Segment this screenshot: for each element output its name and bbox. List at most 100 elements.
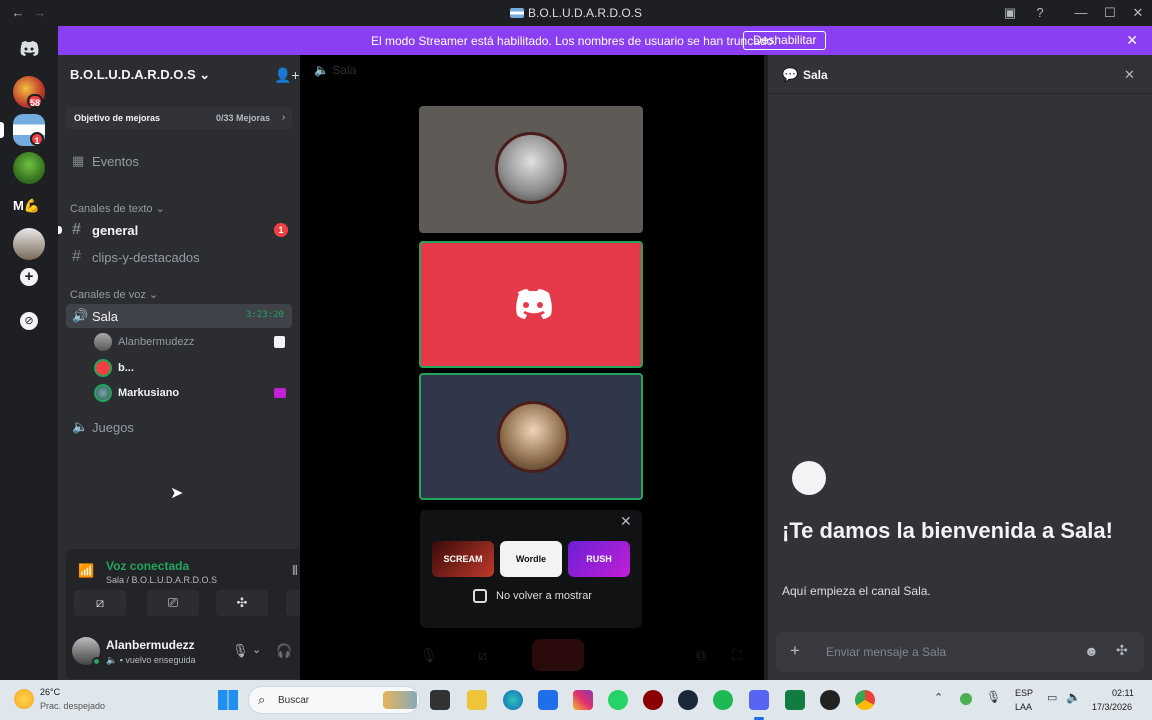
app-icon[interactable] (643, 690, 663, 710)
welcome-subtitle: Aquí empieza el canal Sala. (782, 584, 931, 598)
game-controller-icon (274, 388, 286, 398)
microphone-icon[interactable]: 🎙 (420, 647, 438, 664)
close-icon[interactable]: ✕ (1124, 67, 1135, 83)
discord-logo-icon (516, 289, 552, 319)
weather-temp: 26°C (40, 687, 61, 697)
minimize-button[interactable]: — (1071, 4, 1091, 22)
fullscreen-icon[interactable]: ⛶ (732, 647, 742, 664)
hash-icon: # (72, 248, 81, 265)
popout-icon[interactable]: ⧉ (696, 647, 706, 664)
welcome-heading: ¡Te damos la bienvenida a Sala! (782, 518, 1113, 543)
sidebar-item-events[interactable]: ▦ Eventos (66, 149, 292, 173)
disconnect-button[interactable] (532, 639, 584, 671)
spotify-icon[interactable] (713, 690, 733, 710)
inbox-icon[interactable]: ▣ (1000, 4, 1020, 22)
activity-card[interactable]: SCREAM (432, 541, 494, 577)
taskbar-search[interactable]: ⌕ Buscar (248, 686, 420, 714)
server-flag-icon (509, 8, 524, 18)
activities-button[interactable]: ✣ (216, 590, 268, 616)
close-window-button[interactable]: ✕ (1128, 4, 1148, 22)
chevron-up-icon[interactable]: ⌃ (934, 691, 943, 704)
voice-location[interactable]: Sala / B.O.L.U.D.A.R.D.O.S (106, 575, 217, 585)
boost-goal-value: 0/33 Mejoras (216, 113, 271, 123)
apps-icon[interactable]: ✣ (1116, 642, 1128, 659)
instagram-icon[interactable] (573, 690, 593, 710)
network-icon[interactable]: ▭ (1047, 691, 1057, 704)
language-primary[interactable]: ESP (1015, 688, 1033, 698)
add-server-icon[interactable]: + (20, 268, 38, 286)
voice-channel-juegos[interactable]: 🔈 Juegos (66, 415, 292, 439)
close-icon[interactable]: ✕ (620, 513, 632, 530)
search-input: Buscar (278, 695, 310, 706)
hash-icon: # (72, 221, 81, 238)
chevron-right-icon: › (282, 112, 286, 123)
help-icon[interactable]: ? (1030, 4, 1050, 22)
noise-suppression-icon[interactable]: ⦀ (292, 563, 298, 579)
microphone-icon[interactable]: 🎙 (986, 690, 1001, 704)
discover-icon[interactable]: ⊘ (20, 312, 38, 330)
activity-card[interactable]: Wordle (500, 541, 562, 577)
server-icon[interactable] (13, 152, 45, 184)
participant-tile[interactable] (419, 106, 643, 233)
boost-goal-bar[interactable]: Objetivo de mejoras 0/33 Mejoras › (66, 107, 292, 129)
discord-taskbar-icon[interactable] (749, 690, 769, 710)
weather-icon[interactable] (14, 689, 34, 709)
task-view-icon[interactable] (430, 690, 450, 710)
voice-status: Voz conectada (106, 559, 190, 573)
calendar-icon: ▦ (72, 153, 85, 168)
headphones-icon[interactable]: 🎧 (276, 643, 292, 659)
server-name-header[interactable]: B.O.L.U.D.A.R.D.O.S ⌄ (70, 67, 210, 83)
activity-card[interactable]: RUSH (568, 541, 630, 577)
tray-app-icon[interactable] (960, 693, 972, 705)
app-icon[interactable] (820, 690, 840, 710)
dont-show-checkbox[interactable] (473, 589, 487, 603)
edge-icon[interactable] (503, 690, 523, 710)
excel-icon[interactable] (785, 690, 805, 710)
camera-off-button[interactable]: ⧄ (74, 590, 126, 616)
channel-clips-y-destacados[interactable]: # clips-y-destacados (66, 245, 292, 269)
server-icon[interactable] (13, 228, 45, 260)
discord-home-icon[interactable] (13, 32, 45, 64)
activity-icon (274, 336, 285, 348)
clock-time[interactable]: 02:11 (1112, 688, 1134, 698)
volume-icon[interactable]: 🔈 (1066, 690, 1081, 704)
speaker-icon: 🔈 (72, 419, 89, 434)
category-voice-channels[interactable]: Canales de voz ⌄ (70, 288, 158, 301)
chrome-icon[interactable] (855, 690, 875, 710)
banner-message: El modo Streamer está habilitado. Los no… (371, 34, 777, 48)
invite-user-icon[interactable]: 👤+ (274, 67, 300, 84)
close-icon[interactable]: ✕ (1126, 32, 1138, 49)
channel-general[interactable]: # general 1 (66, 218, 292, 242)
participant-tile-speaking[interactable] (419, 241, 643, 368)
disable-streamer-button[interactable]: Deshabilitar (743, 31, 827, 50)
status-dot (92, 657, 101, 666)
chat-title: Sala (803, 68, 828, 82)
message-input[interactable]: Enviar mensaje a Sala (826, 645, 946, 659)
language-secondary[interactable]: LAA (1015, 702, 1032, 712)
add-attachment-icon[interactable]: + (790, 641, 800, 661)
speaker-icon: 🔊 (72, 308, 89, 323)
clock-date[interactable]: 17/3/2026 (1092, 702, 1132, 712)
windows-start-icon[interactable] (218, 690, 238, 710)
server-icon[interactable]: M💪 (13, 190, 45, 222)
screen-share-button[interactable]: ⎚ (147, 590, 199, 616)
steam-icon[interactable] (678, 690, 698, 710)
emoji-icon[interactable]: ☻ (1084, 643, 1099, 659)
signal-icon: 📶 (78, 563, 95, 578)
boost-goal-label: Objetivo de mejoras (74, 113, 161, 123)
activities-panel: ✕ SCREAM Wordle RUSH No volver a mostrar (420, 510, 642, 628)
file-explorer-icon[interactable] (467, 690, 487, 710)
voice-channel-sala[interactable]: 🔊 Sala 3:23:20 (66, 304, 292, 328)
whatsapp-icon[interactable] (608, 690, 628, 710)
participant-tile-speaking[interactable] (419, 373, 643, 500)
chevron-down-icon[interactable]: ⌄ (252, 643, 261, 656)
category-text-channels[interactable]: Canales de texto ⌄ (70, 202, 165, 215)
user-custom-status: 🔈 ▪ vuelvo enseguida (106, 655, 196, 665)
maximize-button[interactable]: ☐ (1100, 4, 1120, 22)
avatar (94, 333, 112, 351)
camera-icon[interactable]: ⧄ (478, 647, 487, 664)
message-input-box[interactable]: + Enviar mensaje a Sala ☻ ✣ (776, 632, 1144, 672)
microphone-icon[interactable]: 🎙 (232, 643, 249, 659)
server-rail: 58 1 M💪 + ⊘ (0, 26, 58, 680)
store-icon[interactable] (538, 690, 558, 710)
